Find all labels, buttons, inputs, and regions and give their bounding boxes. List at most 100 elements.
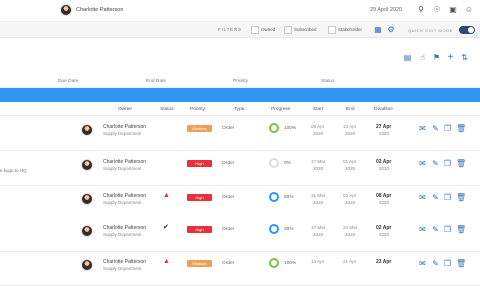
- message-icon[interactable]: ✉: [418, 259, 427, 268]
- copy-icon[interactable]: ❐: [443, 259, 452, 268]
- user-icon[interactable]: ☺: [464, 5, 474, 15]
- deadline-date: 02 Apr: [376, 225, 392, 231]
- start-date: 14 Apr: [311, 259, 325, 264]
- stakeholder-checkbox[interactable]: [328, 26, 336, 34]
- edit-icon[interactable]: ✎: [431, 259, 440, 268]
- sort-icon[interactable]: ⇅: [460, 53, 469, 62]
- message-icon[interactable]: ✉: [418, 225, 427, 234]
- owner-name: Charlotte Patterson: [103, 193, 147, 199]
- copy-icon[interactable]: ❐: [443, 193, 452, 202]
- end-header[interactable]: End: [346, 107, 355, 112]
- subscribed-checkbox[interactable]: [284, 26, 292, 34]
- edit-icon[interactable]: ✎: [431, 193, 440, 202]
- filter-columns: Due Date End Date Priority Status: [0, 76, 480, 88]
- start-date: 17 Mar: [311, 225, 326, 230]
- deadline-header[interactable]: Deadline: [374, 107, 393, 112]
- owner-department: Supply Department: [103, 131, 142, 136]
- avatar: [81, 225, 93, 237]
- type-header[interactable]: Type: [234, 107, 244, 112]
- flag-icon[interactable]: ⚑: [432, 53, 441, 62]
- copy-icon[interactable]: ❐: [443, 124, 452, 133]
- add-icon[interactable]: +: [446, 53, 455, 63]
- progress-value: 100%: [284, 126, 297, 131]
- progress-ring: [269, 224, 279, 234]
- owner-name: Charlotte Patterson: [103, 124, 147, 130]
- end-date: 03 Apr: [343, 193, 357, 198]
- start-year: 2020: [313, 232, 324, 237]
- table-row[interactable]: e kugo to HQ Charlotte Patterson Supply …: [0, 152, 480, 186]
- user-avatar[interactable]: [60, 4, 72, 16]
- edit-icon[interactable]: ✎: [431, 124, 440, 133]
- priority-header[interactable]: Priority: [190, 107, 205, 112]
- delete-icon[interactable]: 🗑: [456, 159, 466, 168]
- progress-value: 0%: [284, 161, 291, 166]
- list-view-icon[interactable]: ▤: [403, 53, 412, 62]
- start-header[interactable]: Start: [313, 107, 323, 112]
- priority-badge[interactable]: High: [187, 226, 212, 233]
- priority-badge[interactable]: Medium: [187, 260, 212, 267]
- start-year: 2020: [313, 166, 324, 171]
- edit-icon[interactable]: ✎: [431, 225, 440, 234]
- grid-view-icon[interactable]: ▦: [373, 25, 383, 35]
- owned-checkbox[interactable]: [251, 26, 259, 34]
- type-cell: Order: [222, 195, 235, 200]
- quick-edit-toggle[interactable]: [459, 26, 475, 34]
- deadline-year: 2020: [379, 166, 390, 171]
- current-date: 29 April 2020: [370, 7, 403, 13]
- due-date-column[interactable]: Due Date: [58, 79, 78, 84]
- status-icon: ▲: [163, 192, 170, 199]
- owned-label: Owned: [261, 27, 276, 32]
- table-row[interactable]: Charlotte Patterson Supply Department ▲ …: [0, 252, 480, 286]
- quick-edit-label: QUICK EDIT MODE: [408, 28, 453, 33]
- deadline-year: 2020: [379, 131, 390, 136]
- progress-value: 100%: [284, 261, 297, 266]
- message-icon[interactable]: ✉: [418, 193, 427, 202]
- table-row[interactable]: Charlotte Patterson Supply Department Me…: [0, 117, 480, 151]
- priority-badge[interactable]: Medium: [187, 125, 212, 132]
- start-date: 31 Mar: [311, 193, 326, 198]
- progress-ring: [269, 192, 279, 202]
- deadline-date: 08 Apr: [376, 193, 392, 199]
- delete-icon[interactable]: 🗑: [456, 124, 466, 133]
- inbox-icon[interactable]: ▣: [448, 5, 458, 15]
- progress-header[interactable]: Progress: [271, 107, 290, 112]
- priority-column[interactable]: Priority: [233, 79, 248, 84]
- delete-icon[interactable]: 🗑: [456, 225, 466, 234]
- owner-department: Supply Department: [103, 266, 142, 271]
- start-year: 2020: [313, 200, 324, 205]
- status-header[interactable]: Status: [160, 107, 174, 112]
- avatar: [81, 259, 93, 271]
- message-icon[interactable]: ✉: [418, 124, 427, 133]
- start-date: 17 Mar: [311, 159, 326, 164]
- table-row[interactable]: Charlotte Patterson Supply Department ▲ …: [0, 186, 480, 220]
- owner-header[interactable]: Owner: [118, 107, 132, 112]
- avatar: [81, 193, 93, 205]
- table-row[interactable]: Charlotte Patterson Supply Department ✔ …: [0, 218, 480, 252]
- edit-icon[interactable]: ✎: [431, 159, 440, 168]
- deadline-year: 2020: [379, 232, 390, 237]
- priority-badge[interactable]: High: [187, 194, 212, 201]
- filter-bar: FILTERS Owned Subscribed Stakeholder ▦ ⚙…: [0, 22, 480, 38]
- group-header-bar[interactable]: [0, 88, 480, 102]
- message-icon[interactable]: ✉: [418, 159, 427, 168]
- task-description[interactable]: e kugo to HQ: [0, 168, 27, 173]
- user-name[interactable]: Charlotte Patterson: [76, 7, 123, 13]
- avatar: [81, 159, 93, 171]
- bell-icon[interactable]: ☉: [432, 5, 442, 15]
- delete-icon[interactable]: 🗑: [456, 193, 466, 202]
- top-header: Charlotte Patterson 29 April 2020 ⚲ ☉ ▣ …: [0, 0, 480, 22]
- owner-name: Charlotte Patterson: [103, 259, 147, 265]
- end-date-column[interactable]: End Date: [146, 79, 166, 84]
- type-cell: Order: [222, 227, 235, 232]
- priority-badge[interactable]: High: [187, 160, 212, 167]
- start-date: 06 Apr: [311, 124, 325, 129]
- search-icon[interactable]: ⚲: [416, 5, 426, 15]
- type-cell: Order: [222, 261, 235, 266]
- delete-icon[interactable]: 🗑: [456, 259, 466, 268]
- copy-icon[interactable]: ❐: [443, 159, 452, 168]
- copy-icon[interactable]: ❐: [443, 225, 452, 234]
- progress-ring: [269, 258, 279, 268]
- status-column[interactable]: Status: [321, 79, 335, 84]
- subscribed-label: Subscribed: [294, 27, 317, 32]
- settings-icon[interactable]: ⚙: [386, 25, 396, 35]
